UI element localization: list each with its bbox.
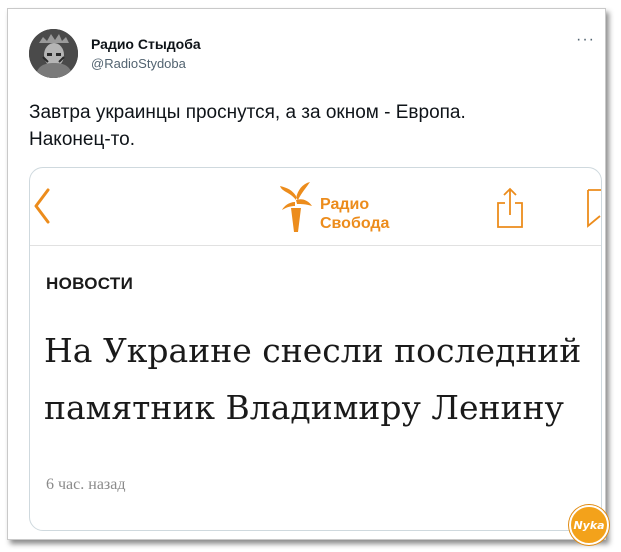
bookmark-icon[interactable]: [586, 188, 602, 228]
section-label[interactable]: НОВОСТИ: [46, 274, 133, 294]
headline-line: На Украине снесли последний: [44, 331, 582, 370]
avatar[interactable]: [29, 29, 78, 78]
logo-line: Свобода: [320, 215, 390, 232]
share-icon[interactable]: [495, 187, 525, 229]
article-timestamp: 6 час. назад: [46, 476, 126, 493]
radio-svoboda-logo-text: Радио Свобода: [320, 195, 389, 233]
link-preview-card[interactable]: Радио Свобода НОВОСТИ На Украине снесли …: [29, 167, 602, 531]
article-nav-bar: Радио Свобода: [30, 168, 601, 246]
author-handle[interactable]: @RadioStydoba: [91, 56, 186, 71]
tweet-text: Завтра украинцы проснутся, а за окном - …: [29, 99, 589, 153]
headline-line: памятник Владимиру Ленину: [44, 388, 564, 427]
tweet-text-line: Завтра украинцы проснутся, а за окном - …: [29, 102, 466, 123]
more-options-icon[interactable]: ···: [576, 31, 595, 49]
watermark-logo: Nyka: [569, 505, 609, 545]
logo-line: Радио: [320, 196, 370, 213]
statue-avatar-icon: [29, 29, 78, 78]
torch-logo-icon: [280, 182, 312, 232]
author-name[interactable]: Радио Стыдоба: [91, 36, 201, 52]
article-headline[interactable]: На Украине снесли последний памятник Вла…: [44, 322, 596, 436]
tweet-text-line: Наконец-то.: [29, 129, 135, 150]
chevron-left-icon[interactable]: [32, 188, 52, 224]
tweet-frame: Радио Стыдоба @RadioStydoba ··· Завтра у…: [7, 8, 609, 545]
